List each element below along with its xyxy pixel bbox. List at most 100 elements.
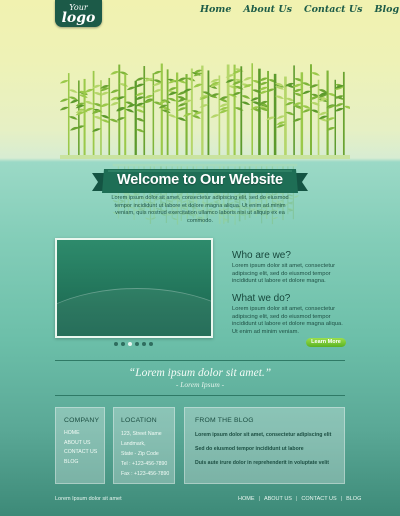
bottom-nav-about-us[interactable]: ABOUT US [264,496,292,502]
bamboo-leaf [241,95,251,99]
bamboo-stalk [207,70,210,157]
bamboo-leaf [191,115,201,119]
bamboo-stalk [251,63,254,157]
bottom-nav-blog[interactable]: BLOG [346,496,361,502]
blog-post-1[interactable]: Lorem ipsum dolor sit amet, consectetur … [195,432,344,438]
slider-highlight [57,288,211,336]
main-nav: Home About Us Contact Us Blog [200,4,399,15]
footer-link-blog[interactable]: BLOG [64,458,104,468]
bamboo-leaf [119,83,129,87]
bamboo-leaf [243,76,253,81]
slider-dot[interactable] [128,342,132,346]
bamboo-leaf [110,71,120,75]
bamboo-leaf [116,117,126,121]
bamboo-stalk [300,72,304,157]
bamboo-stalk [240,66,243,157]
slider-pagination [114,342,153,346]
bamboo-leaf [135,118,145,122]
bamboo-leaf [69,99,79,104]
slider-dot[interactable] [142,342,146,346]
bamboo-stalk [310,64,312,157]
bamboo-leaf [193,69,203,74]
bamboo-leaf [202,91,212,95]
nav-separator: | [258,496,260,502]
address-street: 123, Street Name [121,431,162,437]
blog-heading: FROM THE BLOG [195,417,254,424]
bamboo-leaf [177,103,187,107]
bamboo-leaf [68,116,78,120]
bamboo-leaf [135,77,145,82]
nav-separator: | [340,496,343,502]
nav-contact-us[interactable]: Contact Us [304,4,362,15]
bamboo-leaf [177,107,187,111]
copyright-text: Lorem Ipsum dolor sit amet [55,496,122,502]
nav-blog[interactable]: Blog [374,4,399,15]
bamboo-leaf [193,83,203,88]
footer-link-home[interactable]: HOME [64,429,104,439]
bamboo-leaf [318,89,328,93]
divider-bottom [55,395,345,396]
footer-link-contact-us[interactable]: CONTACT US [64,448,104,458]
bamboo-stalk [100,80,102,157]
bamboo-leaf [152,70,162,75]
blog-post-3[interactable]: Duis aute irure dolor in reprehenderit i… [195,460,344,466]
bamboo-leaf [275,95,285,100]
bamboo-leaf [276,121,286,125]
slider-dot[interactable] [114,342,118,346]
welcome-title: Welcome to Our Website [117,172,283,188]
bamboo-stalk [201,65,204,157]
bamboo-leaf [334,107,344,112]
company-heading: COMPANY [64,417,100,424]
image-slider[interactable] [55,238,213,338]
what-heading: What we do? [232,293,291,304]
bamboo-leaf [301,82,311,86]
bamboo-leaf [152,82,162,87]
bamboo-leaf [177,117,187,121]
blog-box: FROM THE BLOG Lorem ipsum dolor sit amet… [184,407,345,484]
bamboo-leaf [152,89,162,93]
bamboo-leaf [110,89,120,94]
bamboo-leaf [84,100,94,105]
bamboo-leaf [60,106,69,111]
bamboo-stalk [233,64,236,157]
bamboo-stalk [334,79,336,157]
bamboo-stalk [176,72,179,157]
logo[interactable]: Your logo [55,0,102,27]
bamboo-stalk [108,77,111,157]
bamboo-leaf [210,114,220,118]
bamboo-leaf [301,90,311,95]
bamboo-leaf [68,89,78,93]
bamboo-stalk [92,70,95,157]
bottom-nav-contact-us[interactable]: CONTACT US [301,496,336,502]
nav-about-us[interactable]: About Us [243,4,292,15]
bamboo-leaf [276,115,286,119]
bamboo-leaf [234,107,244,111]
fax-number: Fax : +123-456-7890 [121,471,170,477]
location-heading: LOCATION [121,417,157,424]
bamboo-leaf [241,101,251,106]
bamboo-stalk [143,66,146,157]
bottom-nav-home[interactable]: HOME [238,496,255,502]
company-links: HOME ABOUT US CONTACT US BLOG [64,429,104,467]
bamboo-leaf [135,109,145,113]
slider-dot[interactable] [149,342,153,346]
bamboo-leaf [167,97,177,102]
bamboo-stalk [67,73,70,157]
footer-link-about-us[interactable]: ABOUT US [64,439,104,449]
bamboo-leaf [285,97,295,102]
bamboo-stalk [166,69,169,157]
bamboo-stalk [342,71,345,157]
bamboo-stalk [218,75,221,157]
address-state-zip: State - Zip Code [121,451,159,457]
bamboo-leaf [60,79,69,84]
nav-home[interactable]: Home [200,4,231,15]
divider-top [55,360,345,361]
bamboo-leaf [301,109,311,113]
bamboo-stalk [124,73,127,157]
blog-post-2[interactable]: Sed do eiusmod tempor incididunt ut labo… [195,446,344,452]
slider-dot[interactable] [135,342,139,346]
bamboo-leaf [210,78,220,83]
bamboo-stalk [284,76,287,157]
learn-more-button[interactable]: Learn More [306,338,346,347]
slider-dot[interactable] [121,342,125,346]
